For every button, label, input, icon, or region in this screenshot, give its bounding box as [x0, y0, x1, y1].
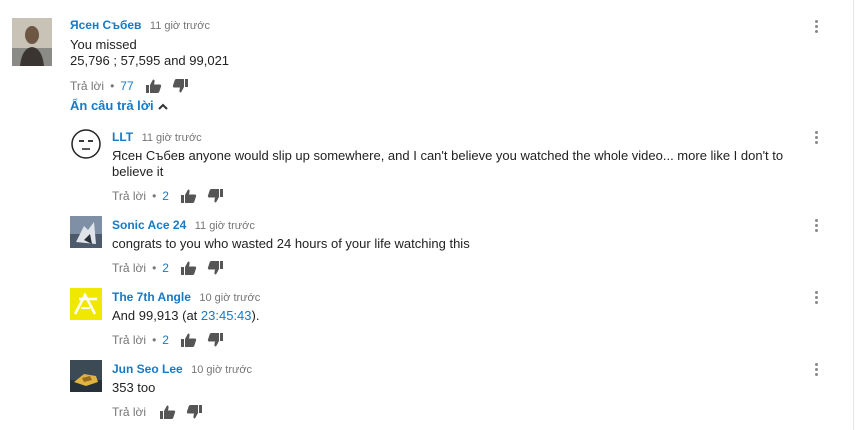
hide-replies-toggle[interactable]: Ẩn câu trả lời	[70, 98, 168, 113]
comment-time[interactable]: 10 giờ trước	[191, 364, 252, 376]
avatar-image	[70, 216, 102, 248]
comments-section: Ясен Събев 11 giờ trước You missed 25,79…	[0, 0, 856, 430]
reply-button[interactable]: Trả lời	[112, 333, 146, 347]
thumb-down-icon[interactable]	[207, 188, 223, 203]
comment-header: LLT 11 giờ trước	[112, 128, 202, 146]
like-count: 2	[162, 332, 169, 347]
comment-text-line: 25,796 ; 57,595 and 99,021	[70, 53, 230, 68]
comment-text-line: Ясен Събев anyone would slip up somewher…	[112, 148, 784, 163]
reply-button[interactable]: Trả lời	[112, 189, 146, 203]
avatar[interactable]	[70, 216, 102, 248]
comment-actions: Trả lời • 2	[112, 188, 233, 204]
separator-dot: •	[152, 332, 157, 347]
comment-time[interactable]: 11 giờ trước	[195, 220, 255, 232]
thumb-up-icon[interactable]	[180, 261, 197, 275]
comment-text: Ясен Събев anyone would slip up somewher…	[112, 148, 812, 180]
avatar-image	[70, 288, 102, 320]
thumb-up-icon[interactable]	[145, 79, 162, 93]
comment-header: The 7th Angle 10 giờ trước	[112, 288, 260, 306]
avatar-image	[12, 18, 52, 66]
comment-text: And 99,913 (at 23:45:43).	[112, 308, 259, 324]
comment-header: Ясен Събев 11 giờ trước	[70, 16, 210, 34]
separator-dot: •	[152, 260, 157, 275]
comment-actions: Trả lời • 2	[112, 260, 233, 276]
author-name[interactable]: Sonic Ace 24	[112, 218, 186, 232]
more-vert-icon[interactable]	[815, 291, 819, 306]
comment-header: Jun Seo Lee 10 giờ trước	[112, 360, 252, 378]
separator-dot: •	[152, 188, 157, 203]
comment-header: Sonic Ace 24 11 giờ trước	[112, 216, 255, 234]
comment-actions: Trả lời • 77	[70, 78, 198, 94]
comment-text-line: believe it	[112, 164, 164, 179]
reply-button[interactable]: Trả lời	[112, 261, 146, 275]
comment-text-prefix: And 99,913 (at	[112, 308, 201, 323]
comment-text: 353 too	[112, 380, 155, 396]
comment-text-suffix: ).	[251, 308, 260, 323]
chevron-up-icon	[157, 103, 168, 110]
more-vert-icon[interactable]	[815, 363, 819, 378]
thumb-up-icon[interactable]	[160, 405, 176, 419]
avatar-image	[70, 360, 102, 392]
reply-button[interactable]: Trả lời	[112, 405, 146, 419]
more-vert-icon[interactable]	[815, 219, 819, 234]
thumb-down-icon[interactable]	[207, 332, 223, 347]
comment-text-line: congrats to you who wasted 24 hours of y…	[112, 236, 470, 251]
author-name[interactable]: Ясен Събев	[70, 18, 141, 32]
more-vert-icon[interactable]	[815, 131, 819, 146]
thumb-down-icon[interactable]	[186, 404, 203, 419]
comment-actions: Trả lời	[112, 404, 212, 420]
thumb-up-icon[interactable]	[180, 189, 197, 203]
avatar[interactable]	[70, 288, 102, 320]
comment-actions: Trả lời • 2	[112, 332, 233, 348]
hide-replies-label: Ẩn câu trả lời	[70, 98, 154, 113]
comment-text-line: You missed	[70, 37, 137, 52]
like-count: 77	[120, 78, 134, 93]
comment-time[interactable]: 11 giờ trước	[150, 20, 210, 32]
comment-text: You missed 25,796 ; 57,595 and 99,021	[70, 37, 229, 69]
timestamp-link[interactable]: 23:45:43	[201, 308, 252, 323]
comment-text: congrats to you who wasted 24 hours of y…	[112, 236, 470, 252]
comment-time[interactable]: 10 giờ trước	[199, 292, 260, 304]
thumb-up-icon[interactable]	[180, 333, 197, 347]
like-count: 2	[162, 188, 169, 203]
separator-dot: •	[110, 78, 115, 93]
avatar[interactable]	[70, 128, 102, 160]
author-name[interactable]: Jun Seo Lee	[112, 362, 183, 376]
thumb-down-icon[interactable]	[207, 260, 223, 275]
like-count: 2	[162, 260, 169, 275]
comment-time[interactable]: 11 giờ trước	[142, 132, 202, 144]
reply-button[interactable]: Trả lời	[70, 79, 104, 93]
more-vert-icon[interactable]	[815, 20, 819, 35]
avatar[interactable]	[12, 18, 52, 66]
avatar-image	[70, 128, 102, 160]
avatar[interactable]	[70, 360, 102, 392]
thumb-down-icon[interactable]	[172, 78, 188, 93]
comment-text-line: 353 too	[112, 380, 156, 395]
author-name[interactable]: LLT	[112, 130, 133, 144]
scrollbar-edge	[853, 0, 854, 430]
author-name[interactable]: The 7th Angle	[112, 290, 191, 304]
